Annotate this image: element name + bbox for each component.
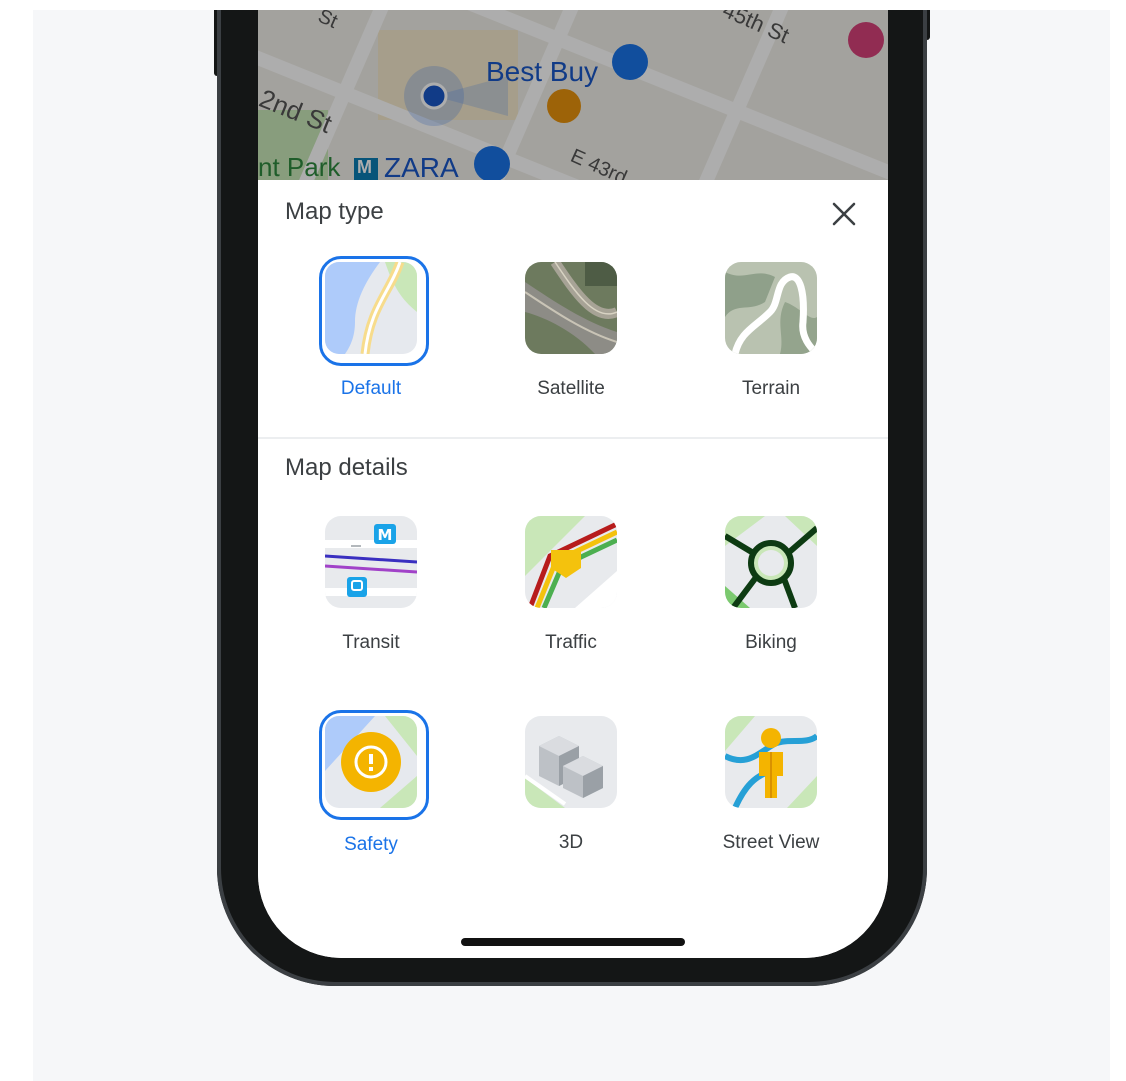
phone-screen: 45th St 2nd St E 43rd St Best Buy ZARA n… [258, 10, 888, 958]
transit-icon: M [325, 516, 417, 608]
detail-traffic[interactable]: Traffic [471, 516, 671, 676]
terrain-thumb-frame [725, 262, 817, 354]
safety-label: Safety [344, 834, 398, 855]
safety-icon [325, 716, 417, 808]
map-preview[interactable]: 45th St 2nd St E 43rd St Best Buy ZARA n… [258, 10, 888, 320]
biking-icon [725, 516, 817, 608]
traffic-thumb-frame [525, 516, 617, 608]
page-background: 45th St 2nd St E 43rd St Best Buy ZARA n… [33, 10, 1110, 1081]
map-type-title: Map type [285, 198, 384, 225]
map-details-title: Map details [285, 454, 408, 481]
close-icon [832, 202, 856, 226]
detail-3d[interactable]: 3D [471, 716, 671, 876]
satellite-map-icon [525, 262, 617, 354]
biking-thumb-frame [725, 516, 817, 608]
3d-label: 3D [558, 832, 584, 853]
3d-buildings-icon [525, 716, 617, 808]
terrain-label: Terrain [741, 378, 801, 399]
layers-sheet: Map type Default Satellite Terrain Map d… [258, 180, 888, 958]
street-view-label: Street View [722, 832, 820, 853]
satellite-thumb-frame [525, 262, 617, 354]
transit-label: Transit [342, 632, 400, 653]
map-type-satellite[interactable]: Satellite [471, 262, 671, 422]
detail-street-view[interactable]: Street View [671, 716, 871, 876]
terrain-map-icon [725, 262, 817, 354]
street-view-thumb-frame [725, 716, 817, 808]
traffic-label: Traffic [545, 632, 597, 653]
safety-thumb-frame [319, 710, 429, 820]
map-type-terrain[interactable]: Terrain [671, 262, 871, 422]
svg-text:M: M [378, 526, 393, 544]
default-thumb-frame [319, 256, 429, 366]
detail-safety[interactable]: Safety [271, 710, 471, 876]
default-map-icon [325, 262, 417, 354]
map-type-default[interactable]: Default [271, 256, 471, 422]
transit-thumb-frame: M [325, 516, 417, 608]
section-divider [258, 437, 888, 439]
satellite-label: Satellite [537, 378, 605, 399]
default-label: Default [340, 378, 402, 399]
map-dim-overlay [258, 10, 888, 180]
street-view-icon [725, 716, 817, 808]
home-indicator[interactable] [461, 938, 685, 946]
3d-thumb-frame [525, 716, 617, 808]
detail-transit[interactable]: M Transit [271, 516, 471, 676]
detail-biking[interactable]: Biking [671, 516, 871, 676]
close-button[interactable] [824, 194, 864, 234]
biking-label: Biking [745, 632, 797, 653]
traffic-icon [525, 516, 617, 608]
